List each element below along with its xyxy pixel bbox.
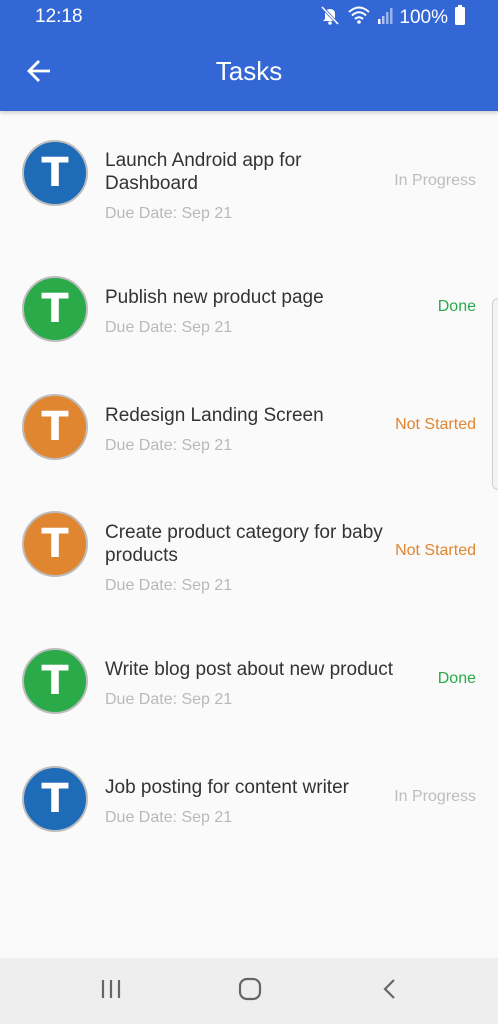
task-title: Create product category for baby product… xyxy=(105,522,383,566)
task-item[interactable]: T Write blog post about new product Due … xyxy=(0,648,498,718)
avatar: T xyxy=(22,766,88,832)
task-due-date: Due Date: Sep 21 xyxy=(105,319,233,336)
task-title: Write blog post about new product xyxy=(105,659,393,680)
task-title: Redesign Landing Screen xyxy=(105,405,324,426)
task-title: Job posting for content writer xyxy=(105,777,349,798)
wifi-icon xyxy=(347,5,371,30)
task-due-date: Due Date: Sep 21 xyxy=(105,691,233,708)
battery-percent: 100% xyxy=(399,6,448,28)
home-button[interactable] xyxy=(230,976,270,1006)
mute-icon xyxy=(319,5,341,30)
task-due-date: Due Date: Sep 21 xyxy=(105,809,233,826)
task-item[interactable]: T Redesign Landing Screen Due Date: Sep … xyxy=(0,394,498,464)
home-icon xyxy=(238,977,262,1006)
scroll-handle[interactable] xyxy=(492,298,498,490)
task-due-date: Due Date: Sep 21 xyxy=(105,205,233,222)
avatar: T xyxy=(22,276,88,342)
avatar-letter: T xyxy=(41,521,69,567)
avatar-letter: T xyxy=(41,404,69,450)
nav-back-button[interactable] xyxy=(370,976,410,1006)
task-status: In Progress xyxy=(394,788,476,805)
recent-apps-icon xyxy=(100,978,122,1005)
recent-apps-button[interactable] xyxy=(91,976,131,1006)
task-status: Not Started xyxy=(395,416,476,433)
task-item[interactable]: T Job posting for content writer Due Dat… xyxy=(0,766,498,836)
task-due-date: Due Date: Sep 21 xyxy=(105,437,233,454)
app-bar: Tasks xyxy=(0,34,498,111)
task-item[interactable]: T Publish new product page Due Date: Sep… xyxy=(0,276,498,346)
avatar: T xyxy=(22,394,88,460)
status-icons: 100% xyxy=(319,5,466,30)
battery-icon xyxy=(454,5,466,30)
system-nav-bar xyxy=(0,958,498,1024)
task-item[interactable]: T Create product category for baby produ… xyxy=(0,511,498,601)
status-time: 12:18 xyxy=(35,6,83,27)
page-title: Tasks xyxy=(215,56,283,86)
top-bar: 12:18 100% Tasks xyxy=(0,0,498,111)
task-status: Not Started xyxy=(395,542,476,559)
avatar: T xyxy=(22,648,88,714)
avatar-letter: T xyxy=(41,286,69,332)
signal-icon xyxy=(377,6,393,29)
task-status: Done xyxy=(437,298,476,315)
task-item[interactable]: T Launch Android app for Dashboard Due D… xyxy=(0,140,498,230)
task-title: Publish new product page xyxy=(105,287,324,308)
avatar: T xyxy=(22,140,88,206)
status-bar: 12:18 100% xyxy=(0,0,498,34)
avatar: T xyxy=(22,511,88,577)
avatar-letter: T xyxy=(41,658,69,704)
avatar-letter: T xyxy=(41,150,69,196)
task-due-date: Due Date: Sep 21 xyxy=(105,577,233,594)
back-icon xyxy=(381,977,399,1006)
task-title: Launch Android app for Dashboard xyxy=(105,150,302,194)
avatar-letter: T xyxy=(41,776,69,822)
task-status: Done xyxy=(437,670,476,687)
task-status: In Progress xyxy=(394,172,476,189)
